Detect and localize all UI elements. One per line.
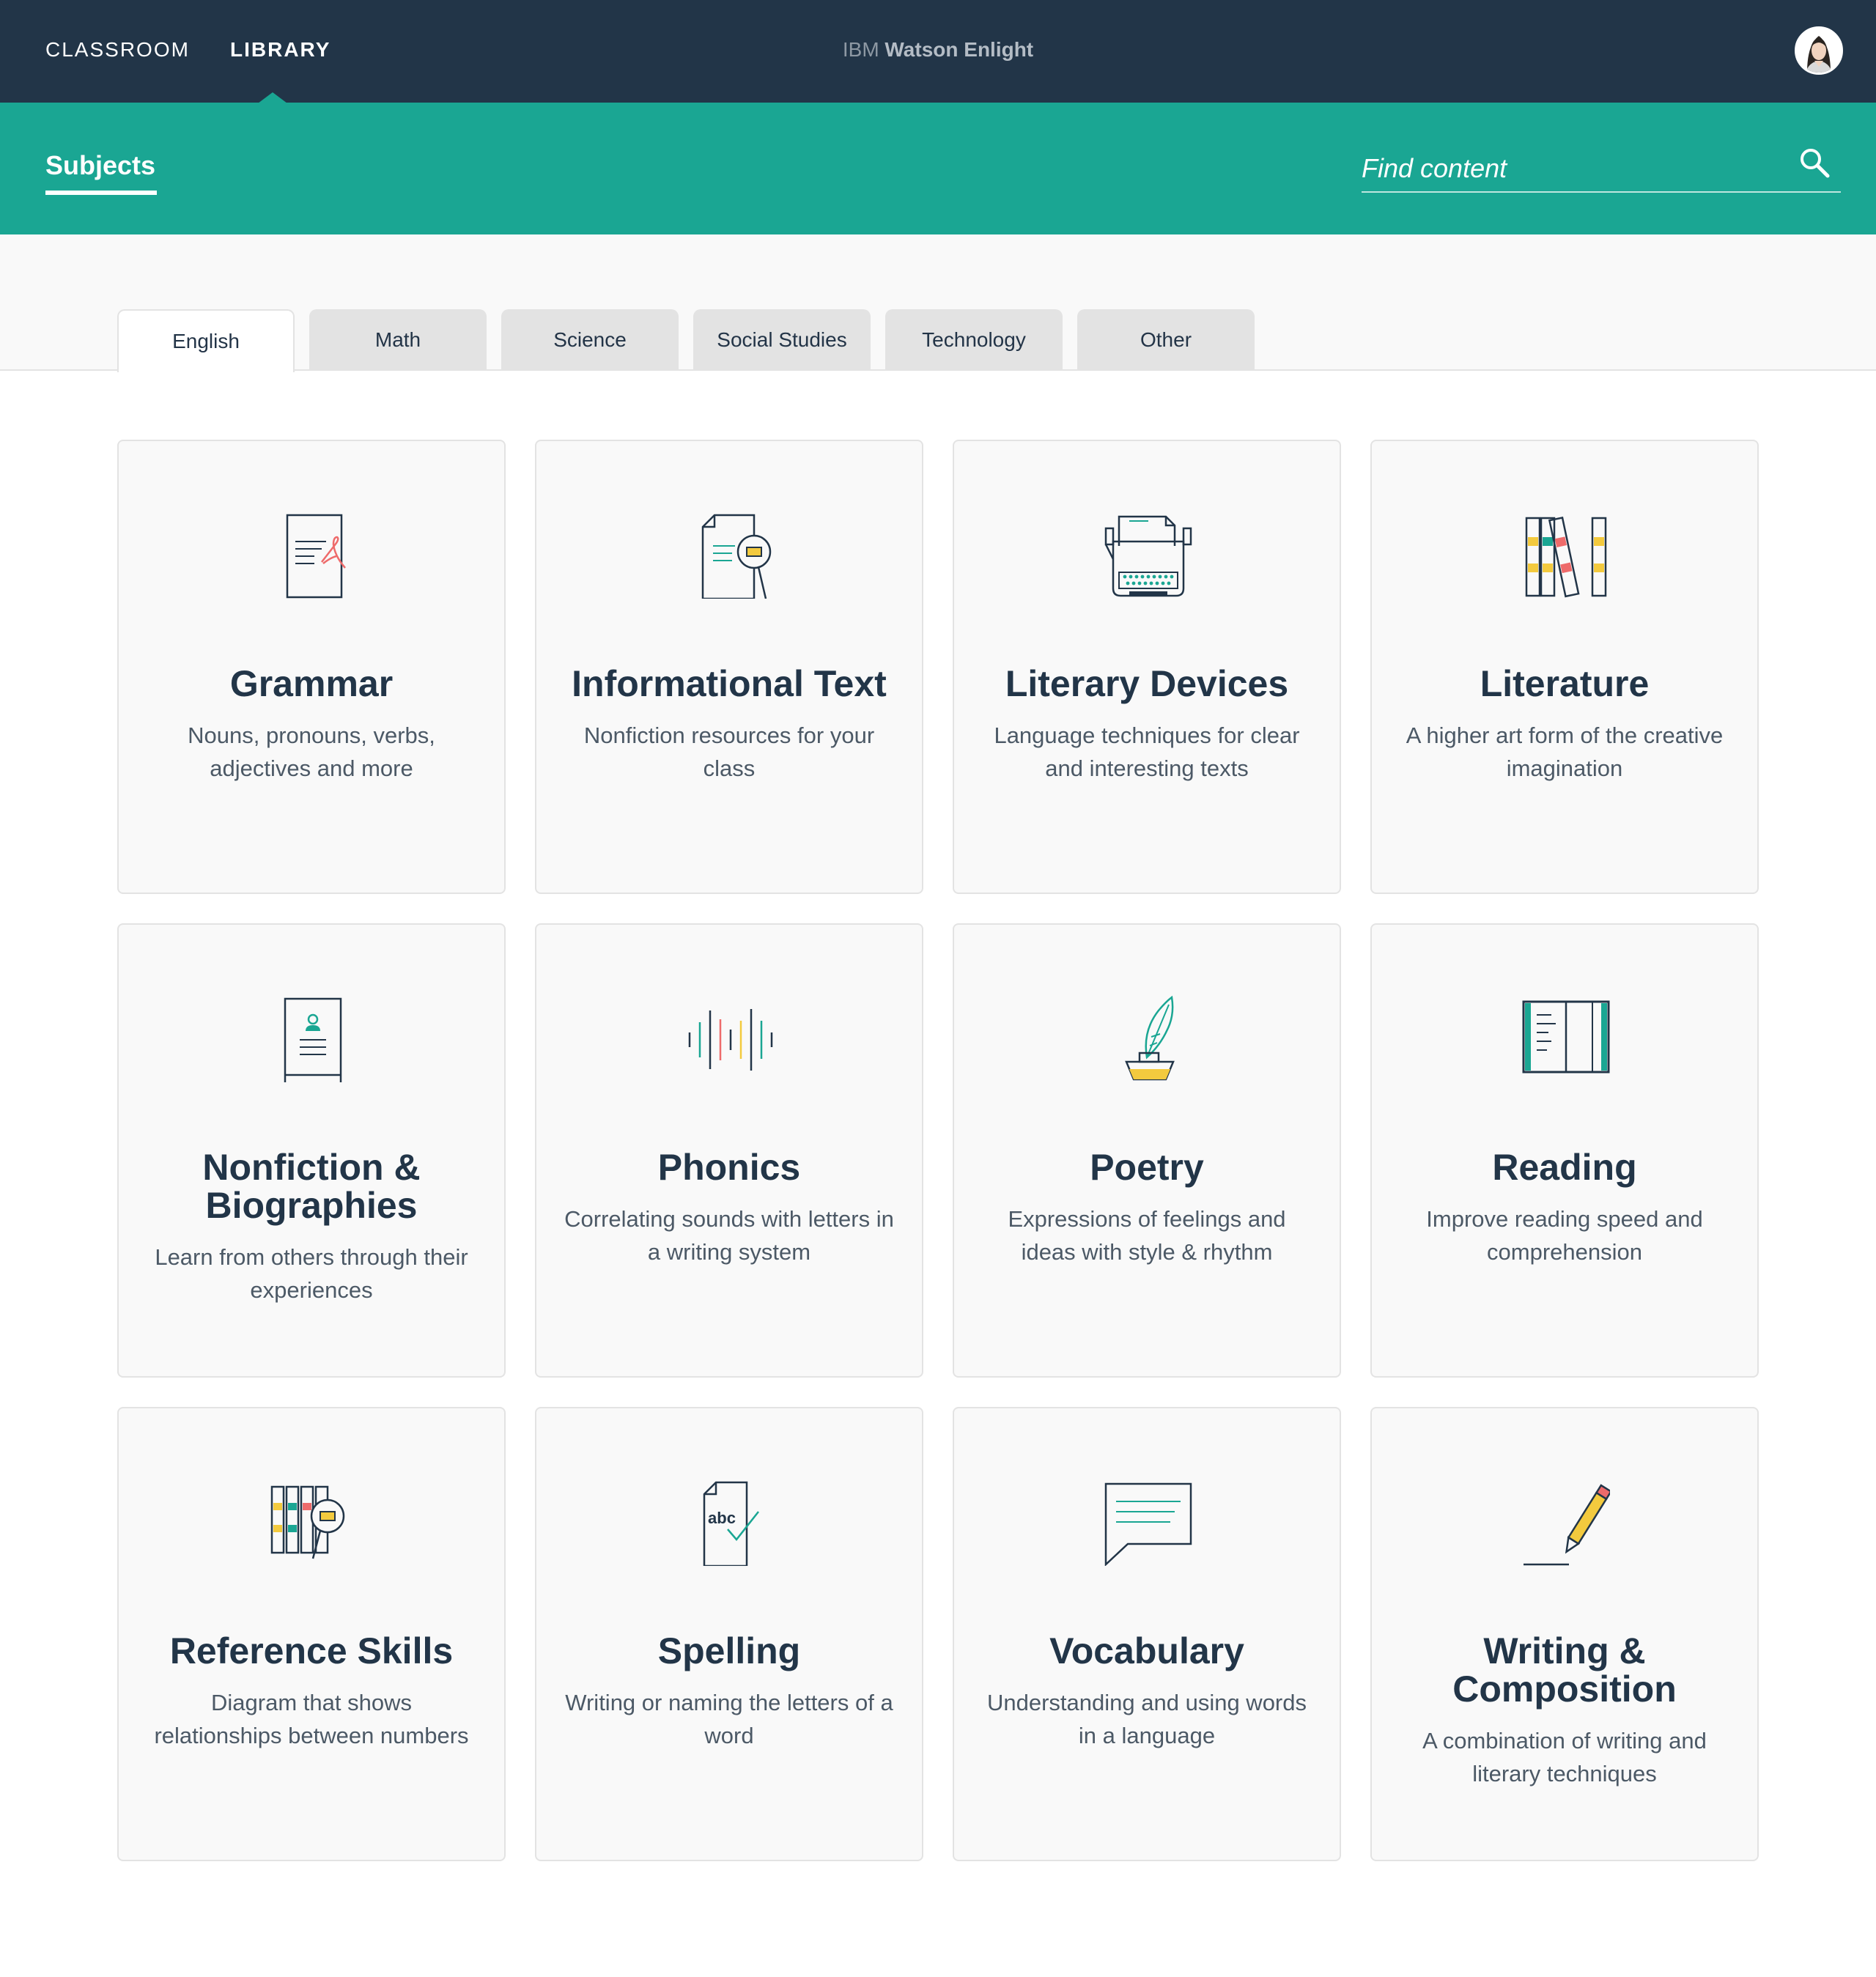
tab-technology[interactable]: Technology	[885, 309, 1063, 371]
search-icon[interactable]	[1798, 147, 1832, 180]
subject-card-poetry[interactable]: Poetry Expressions of feelings and ideas…	[953, 923, 1341, 1378]
card-description: Language techniques for clear and intere…	[994, 723, 1300, 781]
subject-card-writing-composition[interactable]: Writing & Composition A combination of w…	[1370, 1407, 1759, 1861]
subject-card-grammar[interactable]: Grammar Nouns, pronouns, verbs, adjectiv…	[117, 440, 506, 894]
card-title: Writing & Composition	[1452, 1630, 1677, 1710]
user-avatar[interactable]	[1795, 26, 1843, 75]
open-book-icon	[1522, 1000, 1610, 1074]
abc-checkmark-icon: abc	[703, 1481, 759, 1566]
card-description: Learn from others through their experien…	[155, 1244, 468, 1303]
profile-book-icon	[284, 997, 342, 1082]
card-description: Correlating sounds with letters in a wri…	[564, 1206, 894, 1265]
page-title: Subjects	[45, 150, 156, 180]
tab-other[interactable]: Other	[1077, 309, 1255, 371]
card-description: A combination of writing and literary te…	[1422, 1728, 1707, 1786]
document-magnifier-icon	[701, 514, 772, 599]
card-title: Reference Skills	[169, 1630, 454, 1671]
search-input-underline	[1362, 191, 1841, 193]
pencil-icon	[1524, 1484, 1610, 1566]
card-description: Nouns, pronouns, verbs, adjectives and m…	[188, 723, 435, 781]
card-title: Vocabulary	[1049, 1630, 1244, 1671]
subject-card-reading[interactable]: Reading Improve reading speed and compre…	[1370, 923, 1759, 1378]
card-title: Literature	[1480, 663, 1650, 704]
card-title: Literary Devices	[1005, 663, 1289, 704]
tab-english[interactable]: English	[117, 309, 295, 372]
title-underline	[45, 191, 157, 195]
tab-social-studies[interactable]: Social Studies	[693, 309, 871, 371]
card-title: Poetry	[1090, 1147, 1204, 1188]
card-description: A higher art form of the creative imagin…	[1406, 723, 1724, 781]
card-description: Expressions of feelings and ideas with s…	[1008, 1206, 1286, 1265]
quill-inkwell-icon	[1125, 995, 1175, 1081]
search-input[interactable]	[1362, 148, 1779, 189]
books-magnifier-icon	[270, 1485, 345, 1559]
brand-logo: IBM Watson Enlight	[0, 0, 1876, 103]
subject-card-literature[interactable]: Literature A higher art form of the crea…	[1370, 440, 1759, 894]
spelling-icon-text: abc	[708, 1509, 736, 1527]
subject-card-vocabulary[interactable]: Vocabulary Understanding and using words…	[953, 1407, 1341, 1861]
sound-wave-icon	[688, 1009, 773, 1071]
book-spines-icon	[1525, 516, 1607, 598]
tab-science[interactable]: Science	[501, 309, 679, 371]
brand-prefix: IBM	[842, 38, 879, 61]
subject-card-nonfiction-biographies[interactable]: Nonfiction & Biographies Learn from othe…	[117, 923, 506, 1378]
card-title: Phonics	[657, 1147, 801, 1188]
card-title: Nonfiction & Biographies	[202, 1147, 421, 1226]
subject-card-spelling[interactable]: abc Spelling Writing or naming the lette…	[535, 1407, 923, 1861]
card-description: Improve reading speed and comprehension	[1426, 1206, 1703, 1265]
card-description: Nonfiction resources for your class	[583, 723, 875, 781]
card-title: Informational Text	[572, 663, 887, 704]
document-ribbon-icon	[286, 514, 346, 599]
avatar-portrait-icon	[1797, 29, 1841, 73]
card-description: Understanding and using words in a langu…	[987, 1690, 1307, 1748]
tab-math[interactable]: Math	[309, 309, 487, 371]
subject-card-phonics[interactable]: Phonics Correlating sounds with letters …	[535, 923, 923, 1378]
card-description: Writing or naming the letters of a word	[565, 1690, 893, 1748]
subject-card-informational-text[interactable]: Informational Text Nonfiction resources …	[535, 440, 923, 894]
subject-card-reference-skills[interactable]: Reference Skills Diagram that shows rela…	[117, 1407, 506, 1861]
typewriter-icon	[1104, 515, 1192, 597]
card-title: Grammar	[229, 663, 394, 704]
speech-bubble-icon	[1104, 1482, 1192, 1566]
subject-card-literary-devices[interactable]: Literary Devices Language techniques for…	[953, 440, 1341, 894]
brand-name: Watson Enlight	[885, 38, 1034, 61]
card-title: Reading	[1492, 1147, 1637, 1188]
card-description: Diagram that shows relationships between…	[154, 1690, 469, 1748]
card-title: Spelling	[657, 1630, 801, 1671]
